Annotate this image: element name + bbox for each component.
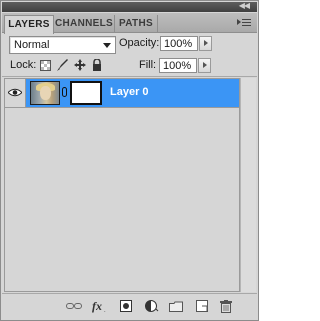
new-group-icon[interactable] bbox=[168, 299, 184, 313]
layer-name[interactable]: Layer 0 bbox=[110, 86, 149, 98]
layer-row[interactable]: Layer 0 bbox=[5, 79, 239, 108]
visibility-toggle[interactable] bbox=[5, 79, 26, 107]
fill-field[interactable]: 100% bbox=[159, 58, 197, 73]
fill-label: Fill: bbox=[139, 59, 157, 71]
layer-thumbnail bbox=[30, 81, 60, 105]
thumbnail-face bbox=[40, 86, 51, 100]
opacity-label: Opacity: bbox=[119, 37, 160, 49]
opacity-field[interactable]: 100% bbox=[160, 36, 198, 51]
tab-channels[interactable]: CHANNELS bbox=[54, 15, 115, 32]
collapse-panel-icon[interactable]: ◀◀ bbox=[239, 1, 250, 10]
adjustment-layer-icon[interactable] bbox=[144, 299, 160, 313]
add-mask-icon[interactable] bbox=[118, 299, 134, 313]
blend-opacity-row: Normal Opacity: 100% bbox=[9, 36, 251, 54]
layers-panel: ◀◀ LAYERS CHANNELS PATHS Normal Opacity:… bbox=[0, 0, 259, 321]
lock-all-icon[interactable] bbox=[91, 59, 103, 71]
new-layer-icon[interactable] bbox=[194, 299, 210, 313]
divider bbox=[2, 76, 257, 77]
panel-tab-bar: LAYERS CHANNELS PATHS bbox=[2, 13, 257, 34]
fx-icon[interactable]: fx. bbox=[92, 299, 108, 313]
link-chain-icon[interactable] bbox=[62, 87, 67, 97]
lock-image-pixels-icon[interactable] bbox=[57, 59, 69, 71]
layer-list: Layer 0 bbox=[4, 78, 240, 292]
layer-mask-thumbnail[interactable] bbox=[70, 81, 102, 105]
panel-title-strip: ◀◀ bbox=[2, 1, 257, 12]
fill-slider-button[interactable] bbox=[198, 58, 211, 73]
layer-selected-area[interactable]: Layer 0 bbox=[26, 79, 239, 107]
layer-list-scrollbar[interactable] bbox=[240, 78, 256, 292]
svg-text:fx: fx bbox=[92, 299, 102, 313]
lock-label: Lock: bbox=[10, 59, 37, 71]
chevron-down-icon bbox=[103, 43, 111, 48]
layers-bottom-toolbar: fx. bbox=[2, 293, 257, 320]
lock-transparent-pixels-icon[interactable] bbox=[39, 59, 51, 71]
tab-paths[interactable]: PATHS bbox=[115, 15, 158, 32]
trash-icon[interactable] bbox=[218, 299, 234, 313]
eye-icon bbox=[8, 88, 22, 97]
link-layers-icon[interactable] bbox=[66, 299, 82, 313]
lock-position-icon[interactable] bbox=[74, 59, 86, 71]
tab-layers[interactable]: LAYERS bbox=[4, 15, 54, 34]
svg-text:.: . bbox=[104, 308, 106, 313]
blend-mode-value: Normal bbox=[14, 39, 50, 51]
opacity-slider-button[interactable] bbox=[199, 36, 212, 51]
panel-menu-icon[interactable] bbox=[237, 17, 251, 29]
blend-mode-select[interactable]: Normal bbox=[9, 36, 116, 54]
